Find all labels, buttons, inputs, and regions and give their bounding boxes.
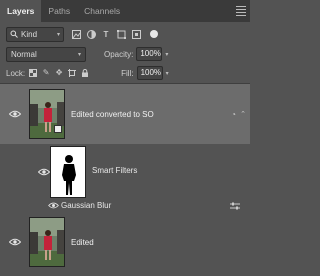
opacity-dropdown-icon[interactable]: ▾: [165, 51, 168, 58]
mask-silhouette-image: [62, 155, 76, 195]
blend-row: Normal ▾ Opacity: 100% ▾: [6, 46, 246, 62]
opacity-field[interactable]: 100%: [136, 47, 163, 61]
lock-label: Lock:: [6, 68, 26, 78]
lock-artboard-icon[interactable]: [68, 69, 77, 77]
type-filter-icon[interactable]: T: [101, 29, 111, 39]
visibility-eye-icon[interactable]: [9, 110, 21, 118]
visibility-eye-icon[interactable]: [9, 238, 21, 246]
tab-paths[interactable]: Paths: [41, 0, 77, 22]
panel-menu-icon[interactable]: [236, 0, 250, 22]
smart-filters-visibility-eye-icon[interactable]: [38, 168, 50, 176]
tab-layers[interactable]: Layers: [0, 0, 42, 22]
panel-tabbar: Layers Paths Channels: [0, 0, 250, 22]
fill-dropdown-icon[interactable]: ▾: [166, 70, 169, 77]
image-filter-icon[interactable]: [71, 29, 81, 39]
filter-row-gaussian-blur[interactable]: Gaussian Blur: [0, 200, 250, 212]
layer-name[interactable]: Edited: [71, 238, 94, 247]
opacity-label: Opacity:: [104, 49, 134, 59]
filter-blending-options-icon[interactable]: [230, 202, 240, 210]
smart-object-filter-icon[interactable]: [131, 29, 141, 39]
filter-row: Kind ▾ T: [6, 26, 246, 42]
smart-filters-label: Smart Filters: [92, 166, 138, 175]
photo-thumbnail-image: [30, 218, 64, 266]
tab-channels[interactable]: Channels: [77, 0, 127, 22]
blend-mode-select[interactable]: Normal ▾: [6, 46, 86, 62]
layer-row-smart-object[interactable]: Edited converted to SO ◔ ⌃: [0, 84, 250, 144]
kind-filter-label: Kind: [21, 29, 38, 39]
filter-toggle-icon[interactable]: [150, 30, 158, 38]
blend-mode-value: Normal: [11, 49, 37, 59]
chevron-up-icon[interactable]: ⌃: [240, 110, 246, 118]
search-icon: [10, 30, 18, 38]
chevron-down-icon: ▾: [77, 51, 81, 58]
layer-row-edited[interactable]: Edited: [0, 212, 250, 272]
layer-thumbnail: [29, 217, 65, 267]
smart-object-badge-icon: [54, 125, 62, 133]
lock-all-icon[interactable]: [81, 69, 89, 77]
smart-filter-indicator-icon: ◔: [231, 109, 236, 119]
filter-visibility-eye-icon[interactable]: [48, 202, 59, 209]
fill-label: Fill:: [121, 68, 134, 78]
lock-row: Lock: ✎ ✥ Fill: 100% ▾: [6, 66, 246, 80]
adjustment-filter-icon[interactable]: [86, 29, 96, 39]
lock-image-pixels-icon[interactable]: ✎: [42, 69, 50, 77]
lock-transparent-pixels-icon[interactable]: [29, 69, 38, 77]
layer-name[interactable]: Edited converted to SO: [71, 110, 154, 119]
smart-filters-row[interactable]: Smart Filters: [0, 146, 250, 198]
filter-name[interactable]: Gaussian Blur: [61, 201, 111, 210]
shape-filter-icon[interactable]: [116, 29, 126, 39]
kind-filter-select[interactable]: Kind ▾: [6, 26, 64, 42]
chevron-down-icon: ▾: [56, 31, 60, 38]
fill-field[interactable]: 100%: [136, 66, 163, 80]
smart-filter-mask-thumbnail[interactable]: [50, 146, 86, 198]
lock-position-icon[interactable]: ✥: [55, 69, 63, 77]
